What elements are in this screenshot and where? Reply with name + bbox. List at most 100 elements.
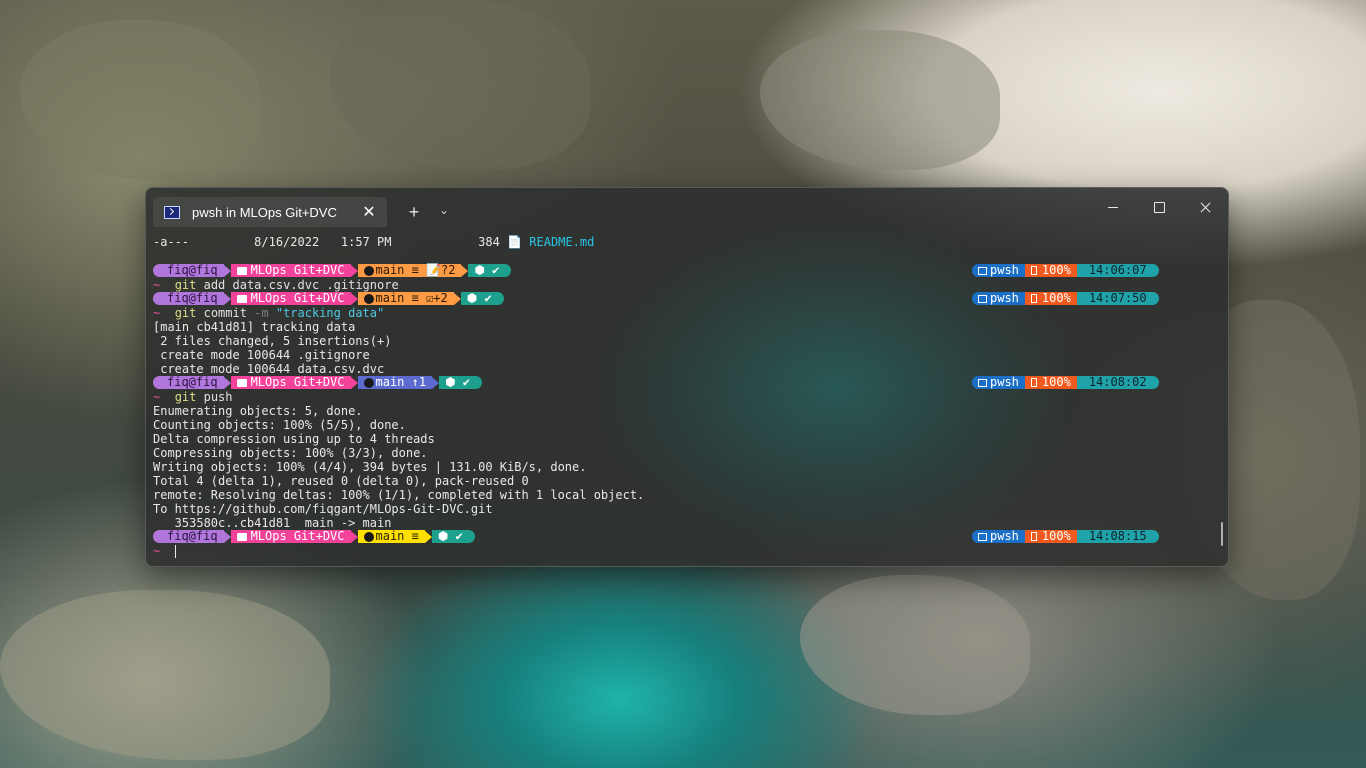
folder-icon [236,294,247,303]
output-line: 2 files changed, 5 insertions(+) [153,334,392,348]
text-cursor [174,545,176,558]
background-rock [20,20,260,180]
background-rock [0,590,330,760]
output-line: Total 4 (delta 1), reused 0 (delta 0), p… [153,474,529,488]
right-prompt: pwsh 100% 14:06:07 [972,264,1159,277]
output-line: create mode 100644 .gitignore [153,348,370,362]
prompt-battery: 100% [1024,530,1077,543]
listing-row: -a--- 8/16/2022 1:57 PM 384 📄 README.md [153,235,594,249]
battery-icon [1030,378,1037,387]
prompt-shell: pwsh [972,292,1025,305]
prompt-dir: MLOps Git+DVC [230,376,351,389]
github-icon [363,377,374,388]
prompt-shell: pwsh [972,264,1025,277]
github-icon [363,293,374,304]
command: git [174,278,197,292]
right-prompt: pwsh 100% 14:07:50 [972,292,1159,305]
command-args: add data.csv.dvc .gitignore [196,278,399,292]
background-rock [760,30,1000,170]
listing-mode: -a--- [153,235,190,249]
close-button[interactable] [1190,198,1220,218]
listing-time: 1:57 PM [340,235,392,249]
listing-size: 384 [478,235,500,249]
input-line[interactable]: ~ [153,544,176,558]
terminal-icon [978,294,987,303]
terminal-icon [978,532,987,541]
battery-icon [1030,294,1037,303]
listing-date: 8/16/2022 [254,235,320,249]
file-icon: 📄 [507,235,523,249]
command-line: ~ git commit -m "tracking data" [153,306,385,320]
command-args: push [196,390,233,404]
command-string: "tracking data" [268,306,385,320]
output-line: create mode 100644 data.csv.dvc [153,362,385,376]
minimize-button[interactable] [1098,198,1128,218]
folder-icon [236,378,247,387]
output-line: Compressing objects: 100% (3/3), done. [153,446,428,460]
output-line: To https://github.com/fiqgant/MLOps-Git-… [153,502,493,516]
prompt-dir: MLOps Git+DVC [230,530,351,543]
prompt-user: fiq@fiq [153,292,224,305]
maximize-button[interactable] [1144,198,1174,218]
new-tab-button[interactable]: + [404,202,424,223]
command-args: commit [196,306,255,320]
prompt-user: fiq@fiq [153,376,224,389]
title-bar[interactable]: pwsh in MLOps Git+DVC ✕ + ⌄ [146,188,1228,232]
prompt-dir: MLOps Git+DVC [230,292,351,305]
output-line: remote: Resolving deltas: 100% (1/1), co… [153,488,645,502]
prompt-dir: MLOps Git+DVC [230,264,351,277]
output-line: Counting objects: 100% (5/5), done. [153,418,406,432]
prompt-battery: 100% [1024,292,1077,305]
command: git [174,306,197,320]
command: git [174,390,197,404]
terminal-icon [978,266,987,275]
prompt-time: 14:06:07 [1076,264,1159,277]
prompt-user: fiq@fiq [153,264,224,277]
command-flag: -m [254,306,269,320]
scrollbar[interactable] [1221,522,1223,546]
output-line: Enumerating objects: 5, done. [153,404,363,418]
github-icon [363,531,374,542]
listing-name: README.md [529,235,595,249]
prompt-shell: pwsh [972,376,1025,389]
prompt-line: fiq@fiq MLOps Git+DVC main ≡ 📝?2 ⬢ ✔ [153,264,512,277]
background-rock [800,575,1030,715]
output-line: Delta compression using up to 4 threads [153,432,435,446]
prompt-node: ⬢ ✔ [439,376,483,389]
output-line: Writing objects: 100% (4/4), 394 bytes |… [153,460,587,474]
prompt-line: fiq@fiq MLOps Git+DVC main ≡ ⬢ ✔ [153,530,475,543]
prompt-time: 14:07:50 [1076,292,1159,305]
command-line: ~ git add data.csv.dvc .gitignore [153,278,399,292]
tab-title: pwsh in MLOps Git+DVC [192,204,337,220]
right-prompt: pwsh 100% 14:08:02 [972,376,1159,389]
github-icon [363,265,374,276]
output-line: 353580c..cb41d81 main -> main [153,516,392,530]
prompt-node: ⬢ ✔ [468,264,512,277]
powershell-icon [164,205,180,219]
prompt-node: ⬢ ✔ [460,292,504,305]
command-line: ~ git push [153,390,233,404]
battery-icon [1030,532,1037,541]
terminal-content[interactable]: -a--- 8/16/2022 1:57 PM 384 📄 README.md … [153,235,1219,561]
output-line: [main cb41d81] tracking data [153,320,356,334]
dropdown-button[interactable]: ⌄ [436,203,452,217]
tab-pwsh[interactable]: pwsh in MLOps Git+DVC ✕ [153,197,387,227]
prompt-line: fiq@fiq MLOps Git+DVC main ≡ ☑+2 ⬢ ✔ [153,292,504,305]
prompt-shell: pwsh [972,530,1025,543]
right-prompt: pwsh 100% 14:08:15 [972,530,1159,543]
terminal-icon [978,378,987,387]
prompt-node: ⬢ ✔ [431,530,475,543]
prompt-time: 14:08:02 [1076,376,1159,389]
prompt-git: main ↑1 [357,376,433,389]
prompt-git: main ≡ ☑+2 [357,292,454,305]
prompt-user: fiq@fiq [153,530,224,543]
folder-icon [236,532,247,541]
prompt-battery: 100% [1024,376,1077,389]
battery-icon [1030,266,1037,275]
prompt-time: 14:08:15 [1076,530,1159,543]
terminal-window[interactable]: pwsh in MLOps Git+DVC ✕ + ⌄ -a--- 8/16/2… [145,187,1229,567]
prompt-line: fiq@fiq MLOps Git+DVC main ↑1 ⬢ ✔ [153,376,483,389]
prompt-git: main ≡ 📝?2 [357,264,462,277]
tab-close-button[interactable]: ✕ [357,202,381,222]
folder-icon [236,266,247,275]
